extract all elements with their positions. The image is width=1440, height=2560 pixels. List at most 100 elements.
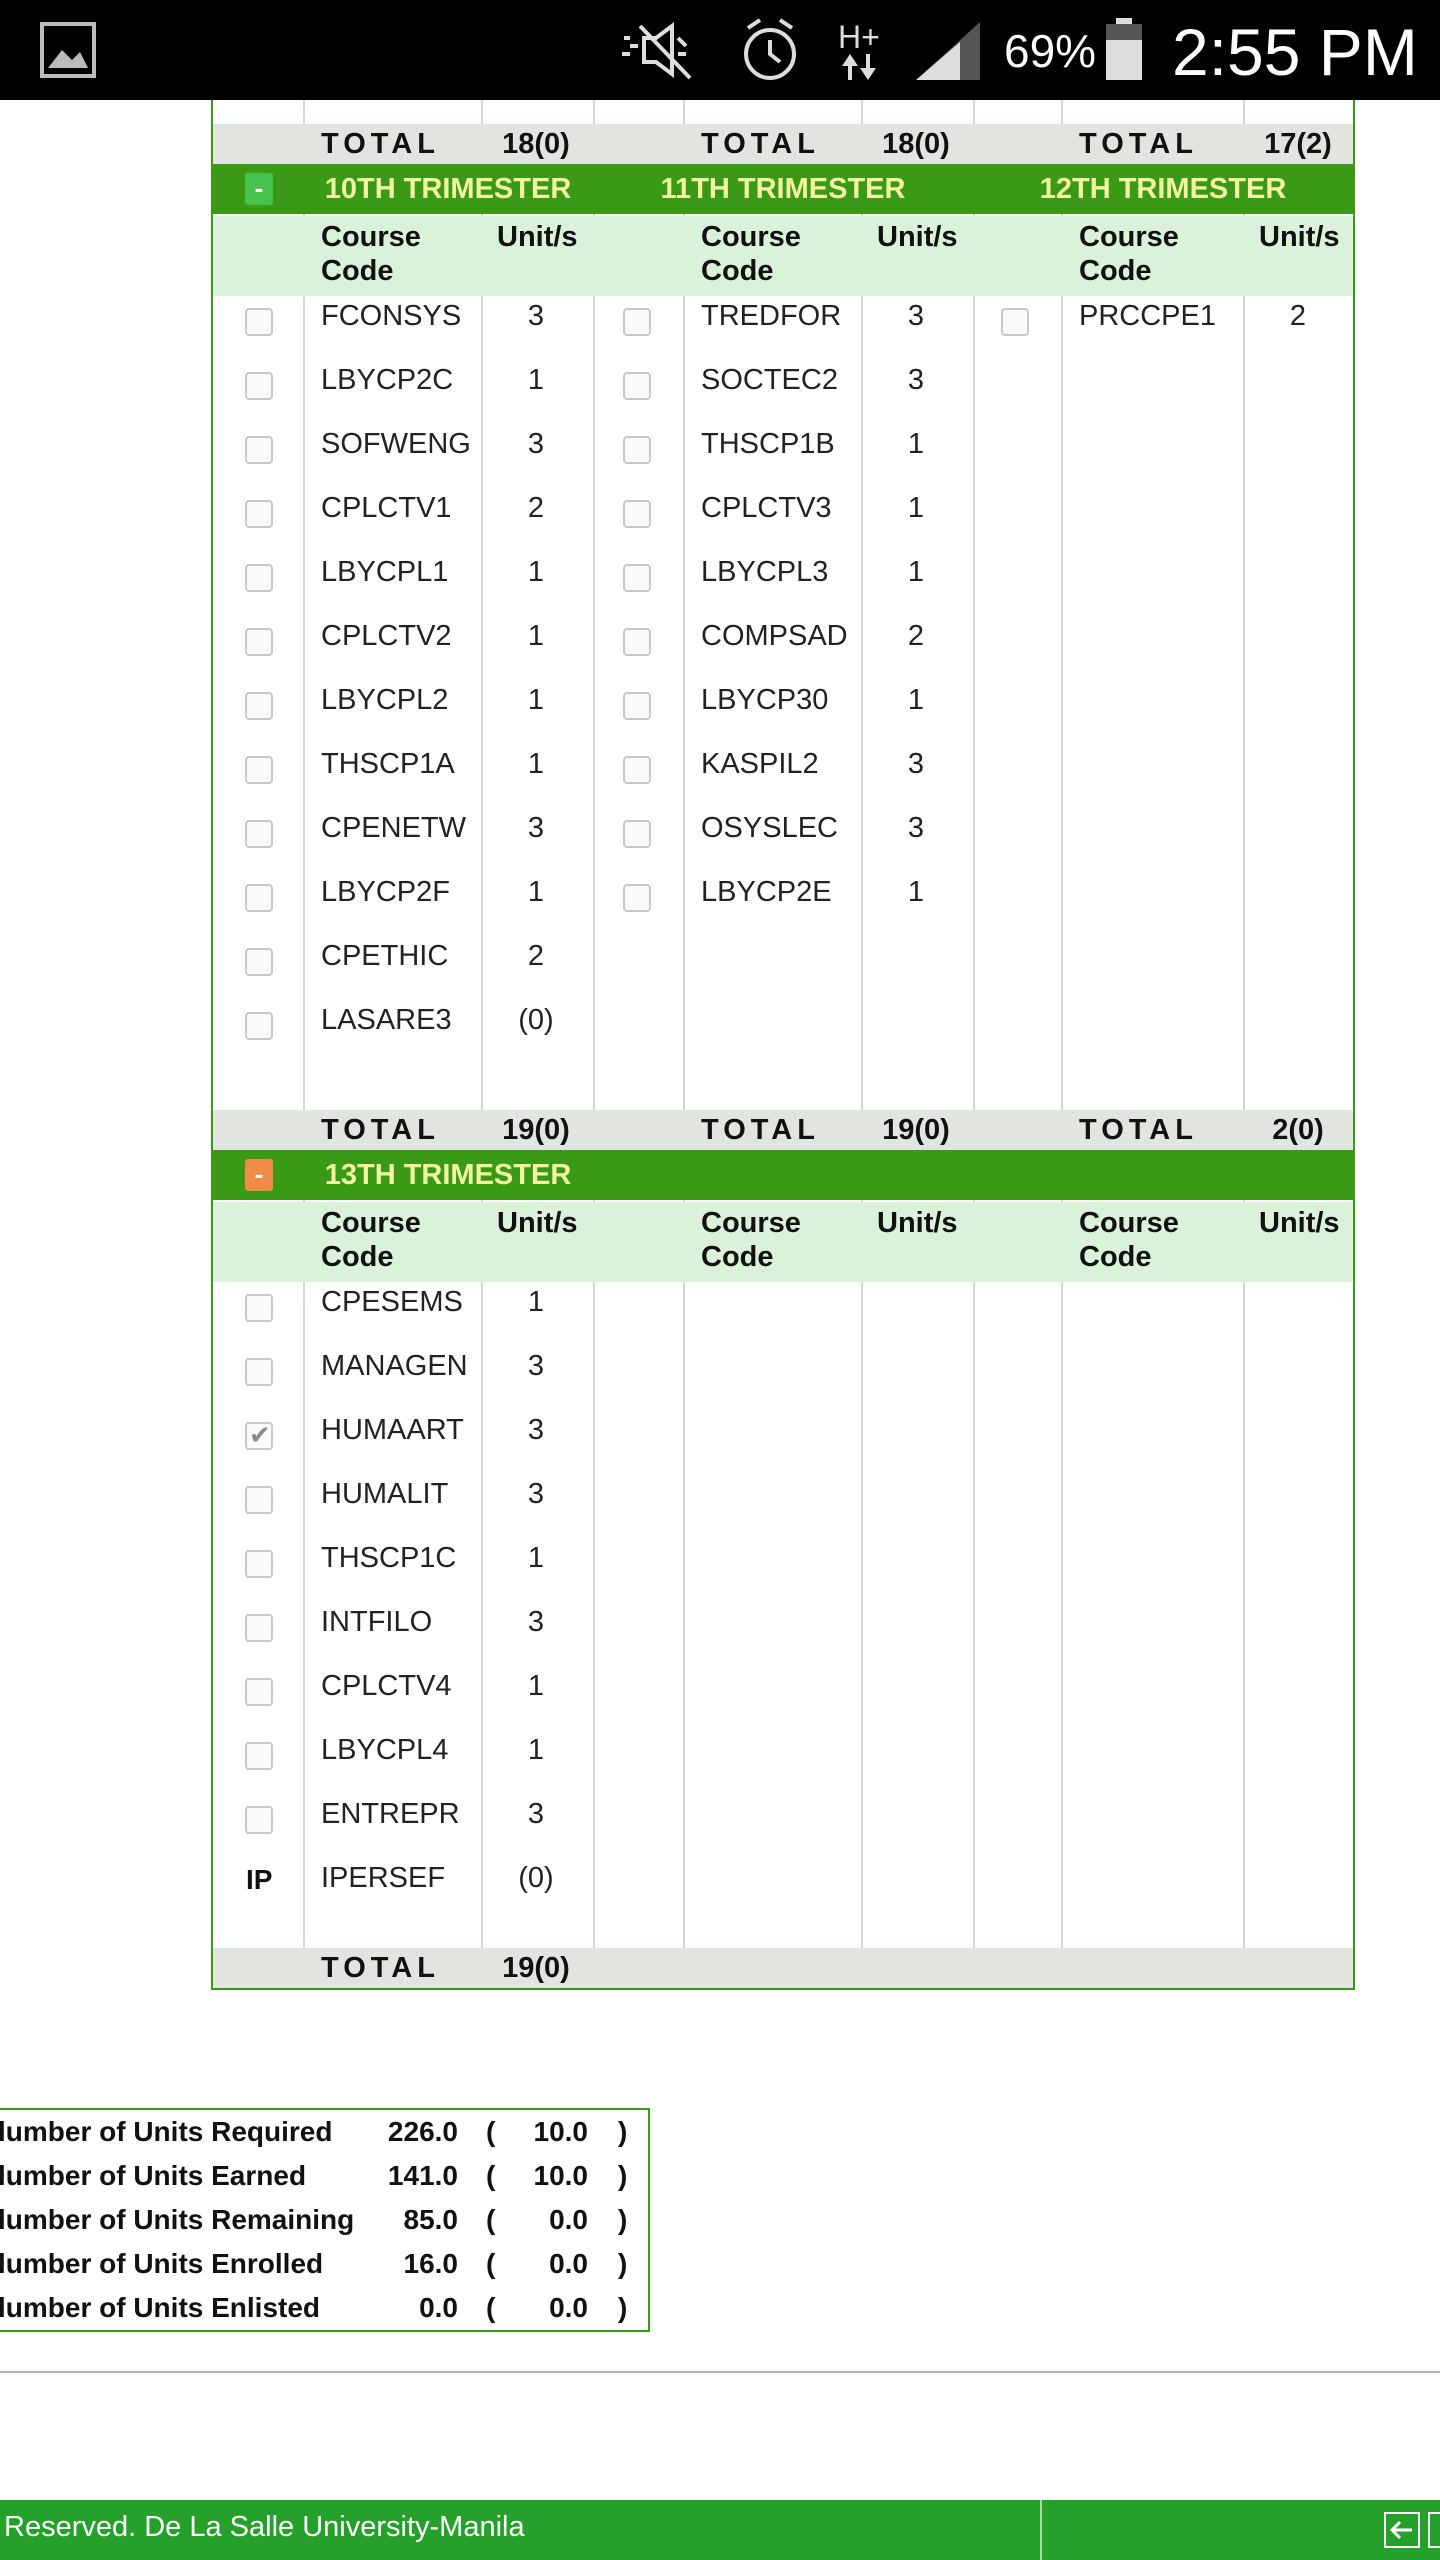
course-units: 3	[907, 812, 925, 844]
course-code: LBYCP2E	[701, 876, 832, 908]
course-checkbox[interactable]	[245, 948, 273, 976]
column-divider	[593, 100, 595, 1988]
course-checkbox[interactable]	[245, 1012, 273, 1040]
alarm-icon	[744, 18, 796, 80]
column-header-row: Course Code Unit/s Course Code Unit/s Co…	[213, 1202, 1353, 1282]
course-units: 1	[527, 1670, 545, 1702]
header-units: Unit/s	[1259, 1207, 1340, 1239]
course-checkbox[interactable]	[245, 500, 273, 528]
header-course-code: Course Code	[1079, 1207, 1179, 1273]
collapse-toggle-button[interactable]: -	[245, 1159, 273, 1191]
total-label: TOTAL	[1079, 1114, 1198, 1146]
course-code: IPERSEF	[321, 1862, 446, 1894]
footer-edge-button[interactable]	[1428, 2512, 1440, 2548]
course-checkbox[interactable]	[623, 500, 651, 528]
course-checkbox[interactable]	[245, 1678, 273, 1706]
battery-icon	[1106, 18, 1142, 80]
course-checkbox[interactable]	[623, 756, 651, 784]
summary-label: lumber of Units Enlisted	[0, 2292, 321, 2323]
course-code: LBYCPL2	[321, 684, 449, 716]
course-units: 1	[527, 1542, 545, 1574]
summary-row: lumber of Units Remaining 85.0 (0.0)	[0, 2198, 648, 2242]
total-value: 17(2)	[1264, 128, 1332, 160]
course-units: 1	[527, 620, 545, 652]
course-checkbox[interactable]	[245, 628, 273, 656]
total-value: 2(0)	[1272, 1114, 1324, 1146]
course-checkbox[interactable]	[623, 820, 651, 848]
course-checkbox[interactable]	[245, 308, 273, 336]
course-checkbox[interactable]	[623, 372, 651, 400]
course-checkbox[interactable]	[623, 884, 651, 912]
header-units: Unit/s	[497, 221, 578, 253]
course-code: COMPSAD	[701, 620, 848, 652]
divider	[0, 2371, 1440, 2373]
course-units: (0)	[518, 1862, 554, 1894]
course-checkbox[interactable]	[245, 1614, 273, 1642]
summary-label: lumber of Units Earned	[0, 2160, 307, 2191]
trimester-title-13th: 13TH TRIMESTER	[324, 1159, 572, 1191]
course-code: HUMAART	[321, 1414, 464, 1446]
course-code: THSCP1A	[321, 748, 455, 780]
header-course-code: Course Code	[321, 1207, 421, 1273]
trimester-title-11th: 11TH TRIMESTER	[660, 173, 906, 205]
course-units: 2	[1289, 300, 1307, 332]
course-code: LASARE3	[321, 1004, 452, 1036]
collapse-toggle-button[interactable]: -	[245, 173, 273, 205]
total-value: 19(0)	[502, 1952, 570, 1984]
summary-row: lumber of Units Enrolled 16.0 (0.0)	[0, 2242, 648, 2286]
course-checkbox[interactable]	[245, 1742, 273, 1770]
course-checkbox[interactable]	[623, 436, 651, 464]
header-units: Unit/s	[1259, 221, 1340, 253]
battery-percent: 69%	[1004, 25, 1097, 77]
course-units: 3	[527, 1350, 545, 1382]
summary-close-paren: )	[618, 2204, 628, 2235]
course-code: LBYCPL1	[321, 556, 449, 588]
course-checkbox[interactable]	[245, 436, 273, 464]
column-header-row: Course Code Unit/s Course Code Unit/s Co…	[213, 216, 1353, 296]
curriculum-table: TOTAL 18(0) TOTAL 18(0) TOTAL 17(2) - 10…	[211, 100, 1355, 1990]
course-units: 2	[907, 620, 925, 652]
course-checkbox[interactable]	[623, 308, 651, 336]
course-checkbox[interactable]	[245, 884, 273, 912]
summary-value: 16.0	[403, 2248, 459, 2279]
course-units: 1	[527, 1734, 545, 1766]
course-units: 3	[527, 1606, 545, 1638]
back-arrow-icon[interactable]	[1384, 2512, 1420, 2548]
column-divider	[973, 100, 975, 1988]
course-units: 3	[907, 300, 925, 332]
clock: 2:55 PM	[1172, 15, 1418, 89]
course-units: 1	[527, 1286, 545, 1318]
course-checkbox[interactable]	[245, 756, 273, 784]
column-divider	[1243, 100, 1245, 1988]
course-checkbox[interactable]	[623, 564, 651, 592]
course-checkbox[interactable]	[245, 372, 273, 400]
course-checkbox[interactable]	[623, 628, 651, 656]
course-checkbox[interactable]	[245, 1486, 273, 1514]
course-checkbox[interactable]	[245, 564, 273, 592]
summary-label: lumber of Units Required	[0, 2116, 333, 2147]
course-units: 3	[527, 1478, 545, 1510]
header-course-code: Course Code	[1079, 221, 1179, 287]
course-code: THSCP1B	[701, 428, 835, 460]
course-checkbox[interactable]	[245, 1550, 273, 1578]
course-code: OSYSLEC	[701, 812, 838, 844]
course-units: 1	[527, 748, 545, 780]
summary-close-paren: )	[618, 2248, 628, 2279]
course-checkbox[interactable]	[623, 692, 651, 720]
course-checkbox[interactable]	[245, 1420, 273, 1451]
course-checkbox[interactable]	[245, 1806, 273, 1834]
course-code: SOFWENG	[321, 428, 471, 460]
summary-open-paren: (	[486, 2204, 496, 2235]
course-checkbox[interactable]	[245, 692, 273, 720]
footer-copyright: Reserved. De La Salle University-Manila	[4, 2511, 525, 2543]
course-checkbox[interactable]	[1001, 308, 1029, 336]
course-checkbox[interactable]	[245, 1358, 273, 1386]
total-label: TOTAL	[701, 128, 820, 160]
course-units: 1	[907, 684, 925, 716]
summary-row: lumber of Units Required 226.0 (10.0)	[0, 2110, 648, 2154]
course-checkbox[interactable]	[245, 820, 273, 848]
course-checkbox[interactable]	[245, 1294, 273, 1322]
summary-row: lumber of Units Enlisted 0.0 (0.0)	[0, 2286, 648, 2330]
course-units: 3	[527, 812, 545, 844]
total-value: 18(0)	[882, 128, 950, 160]
